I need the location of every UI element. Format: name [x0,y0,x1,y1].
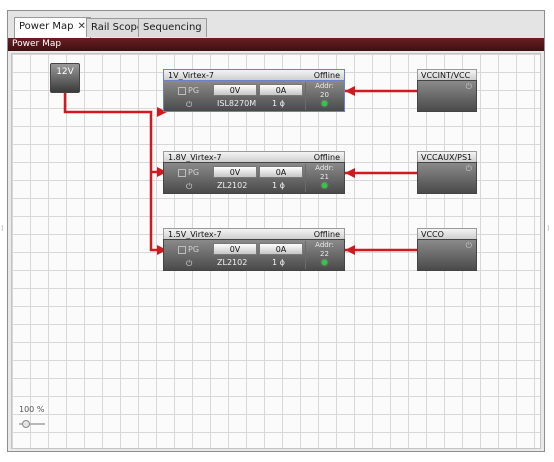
pg-checkbox[interactable]: PG [178,245,199,254]
rail-name: 1.8V_Virtex-7 [168,153,222,162]
close-icon[interactable]: ✕ [78,21,86,32]
pg-checkbox[interactable]: PG [178,168,199,177]
addr-label: Addr: [315,164,334,172]
splitter-grip-left[interactable]: ⁝ [1,224,4,233]
voltage-readout: 0V [213,84,257,96]
device-label: ISL8270M [217,99,257,108]
checkbox-icon [178,245,186,254]
rail-name: 1V_Virtex-7 [168,71,214,80]
app-window: Power Map ✕ Rail Scope Sequencing Power M… [7,10,545,452]
tab-bar: Power Map ✕ Rail Scope Sequencing [8,11,544,38]
zoom-slider-thumb[interactable] [22,420,30,428]
tab-sequencing[interactable]: Sequencing [138,18,207,37]
power-icon: ⏻ [465,82,472,91]
load-vccint-vcc[interactable]: VCCINT/VCC ⏻ [417,69,477,112]
checkbox-icon [178,86,186,95]
power-icon: ⏻ [465,241,472,250]
source-12v[interactable]: 12V [50,63,80,93]
tab-power-map[interactable]: Power Map ✕ [14,17,91,38]
load-name: VCCINT/VCC [417,69,477,80]
rail-header: 1.5V_Virtex-7 Offline [163,228,345,239]
load-name: VCCO [417,228,477,239]
checkbox-icon [178,168,186,177]
rail-body: PG ⏻ 0V 0A ZL2102 1 ϕ Addr: 21 [163,162,345,194]
panel-title: Power Map [8,38,544,51]
rail-name: 1.5V_Virtex-7 [168,230,222,239]
status-led-icon [322,101,327,106]
rail-1-8v-virtex7[interactable]: 1.8V_Virtex-7 Offline PG ⏻ 0V 0A ZL2102 1… [163,151,345,194]
load-body: ⏻ [417,162,477,194]
power-icon[interactable]: ⏻ [186,182,192,192]
addr-value: 21 [320,173,329,181]
tab-power-map-label: Power Map [19,21,74,32]
load-name: VCCAUX/PS1 [417,151,477,162]
addr-label: Addr: [315,82,334,90]
current-readout: 0A [259,84,303,96]
addr-block: Addr: 20 [305,82,343,110]
rail-header: 1V_Virtex-7 Offline [163,69,345,80]
phase-label: 1 ϕ [272,99,285,108]
current-readout: 0A [259,166,303,178]
addr-block: Addr: 22 [305,241,343,269]
phase-label: 1 ϕ [272,181,285,190]
source-label: 12V [56,67,74,77]
pg-label: PG [188,86,200,95]
addr-value: 22 [320,250,329,258]
rail-1v-virtex7[interactable]: 1V_Virtex-7 Offline PG ⏻ 0V 0A ISL8270M 1… [163,69,345,112]
voltage-readout: 0V [213,243,257,255]
power-map-canvas[interactable]: 12V 1V_Virtex-7 Offline PG ⏻ 0V 0A ISL827… [11,53,541,449]
device-label: ZL2102 [217,258,248,267]
status-led-icon [322,183,327,188]
splitter-grip-right[interactable]: ⁝ [547,224,550,233]
power-icon[interactable]: ⏻ [186,259,192,269]
pg-checkbox[interactable]: PG [178,86,199,95]
wire-source-to-bus [63,93,163,252]
zoom-label: 100 % [19,405,45,414]
load-vccaux-ps1[interactable]: VCCAUX/PS1 ⏻ [417,151,477,194]
current-readout: 0A [259,243,303,255]
phase-label: 1 ϕ [272,258,285,267]
load-body: ⏻ [417,239,477,271]
pg-label: PG [188,245,200,254]
power-icon[interactable]: ⏻ [186,100,192,110]
status-led-icon [322,260,327,265]
rail-header: 1.8V_Virtex-7 Offline [163,151,345,162]
addr-value: 20 [320,91,329,99]
device-label: ZL2102 [217,181,248,190]
pg-label: PG [188,168,200,177]
load-body: ⏻ [417,80,477,112]
power-icon: ⏻ [465,164,472,173]
rail-1-5v-virtex7[interactable]: 1.5V_Virtex-7 Offline PG ⏻ 0V 0A ZL2102 1… [163,228,345,271]
rail-body: PG ⏻ 0V 0A ZL2102 1 ϕ Addr: 22 [163,239,345,271]
load-vcco[interactable]: VCCO ⏻ [417,228,477,271]
addr-label: Addr: [315,241,334,249]
addr-block: Addr: 21 [305,164,343,192]
rail-body: PG ⏻ 0V 0A ISL8270M 1 ϕ Addr: 20 [163,80,345,112]
zoom-slider[interactable] [19,420,45,428]
voltage-readout: 0V [213,166,257,178]
tab-sequencing-label: Sequencing [143,22,202,33]
tab-rail-scope-label: Rail Scope [91,22,144,33]
